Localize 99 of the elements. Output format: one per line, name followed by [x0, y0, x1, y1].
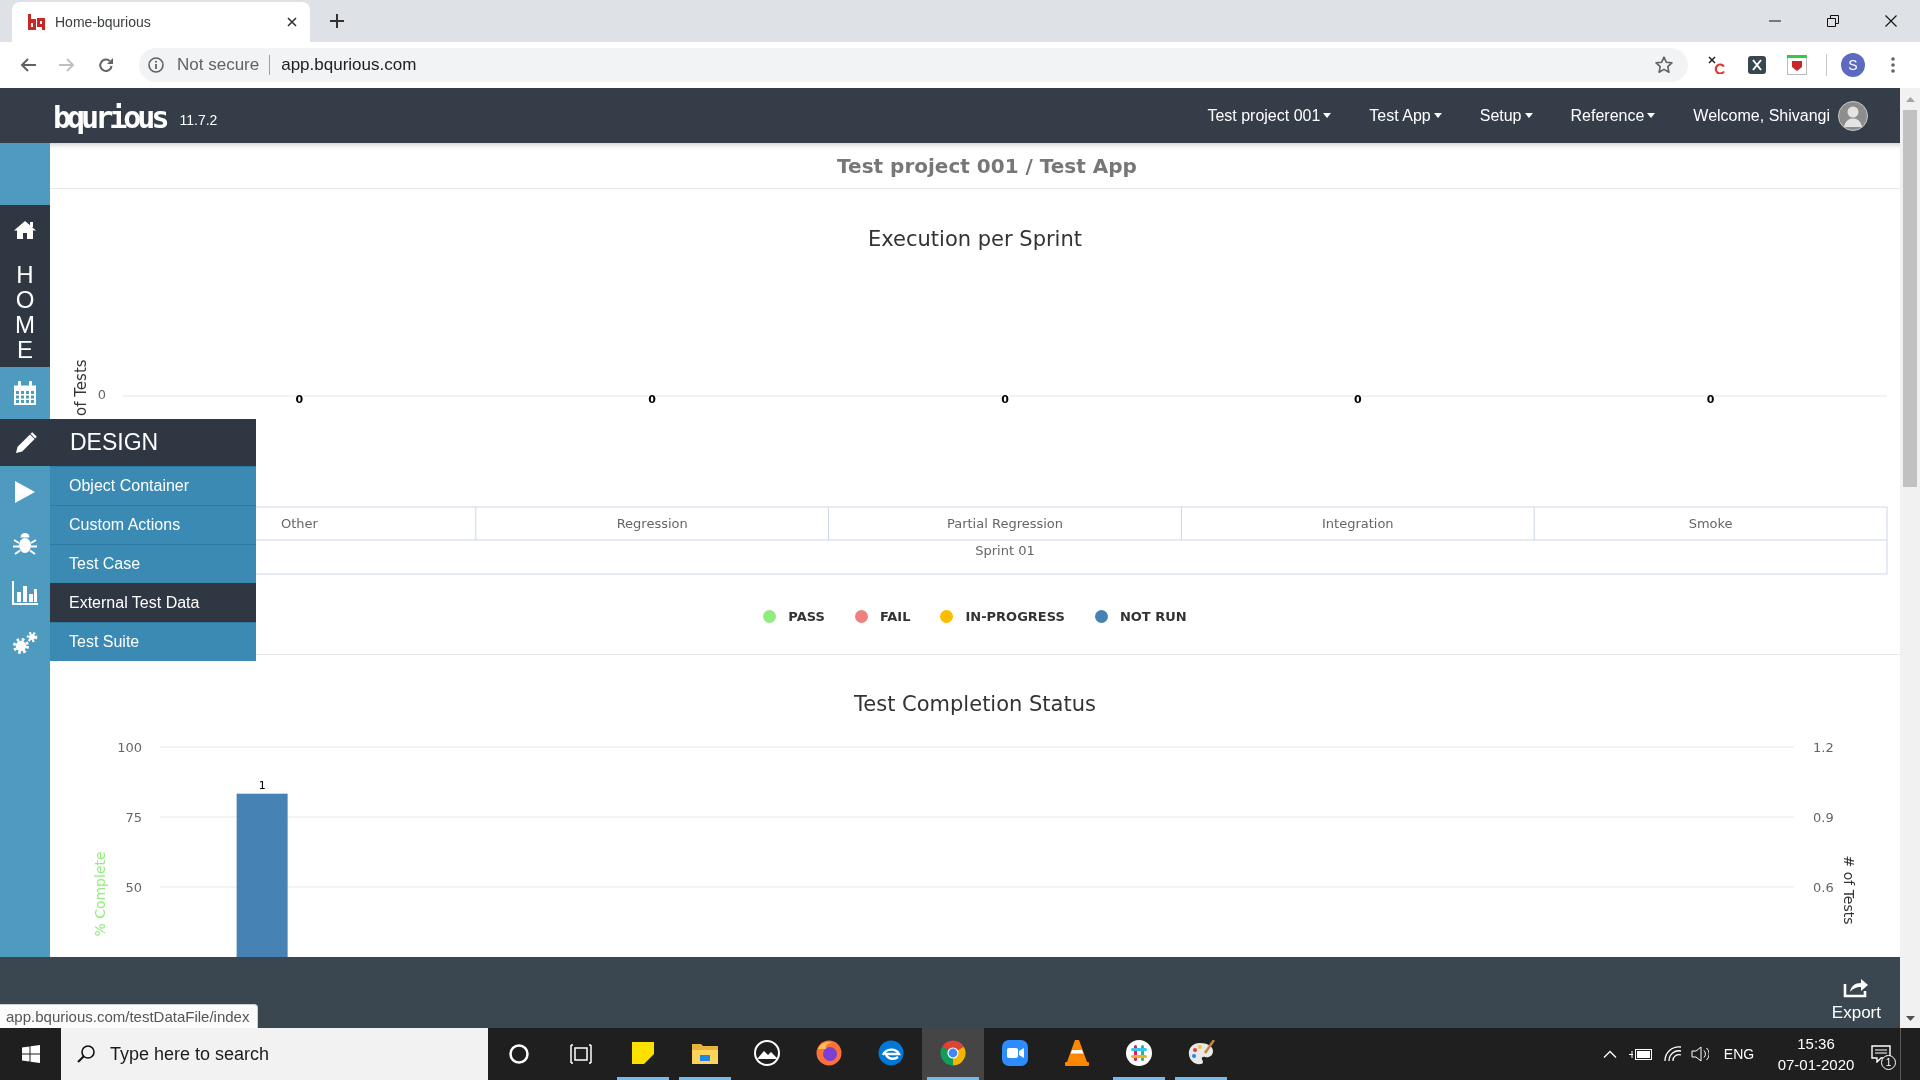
status-link-preview: app.bqurious.com/testDataFile/index [0, 1004, 259, 1028]
data-label: 0 [1706, 393, 1715, 406]
version-label: 11.7.2 [179, 111, 218, 128]
battery-icon[interactable] [1629, 1047, 1653, 1061]
axis-tick-label: 50 [125, 879, 142, 895]
video-camera-icon[interactable] [1002, 1039, 1028, 1066]
axis-title: % Complete [92, 851, 108, 937]
chart-title: Test Completion Status [854, 692, 1096, 716]
legend-label[interactable]: IN-PROGRESS [965, 608, 1065, 624]
category-label: Other [280, 516, 318, 531]
segmented-circle-icon[interactable] [940, 1039, 966, 1066]
category-group-label: Sprint 01 [975, 543, 1035, 558]
breadcrumb-title: Test project 001 / Test App [837, 153, 1137, 178]
category-label: Integration [1322, 516, 1394, 531]
submenu-item[interactable]: Test Suite [50, 622, 256, 661]
scroll-down-icon[interactable] [1905, 1015, 1915, 1021]
nav-menu-button[interactable]: Test project 001 [1207, 106, 1332, 125]
submenu-item[interactable]: Object Container [50, 466, 256, 505]
traffic-cone-icon[interactable] [1065, 1039, 1089, 1066]
legend-label[interactable]: NOT RUN [1119, 608, 1187, 624]
gears-icon [12, 631, 38, 655]
back-arrow-icon[interactable] [19, 58, 36, 72]
bookmark-star-icon[interactable] [1655, 56, 1673, 74]
axis-tick-label: 1.2 [1813, 739, 1834, 755]
calendar-icon [13, 381, 37, 405]
caret-icon [1647, 113, 1656, 118]
bar-chart-icon [12, 581, 38, 605]
category-label: Partial Regression [946, 516, 1064, 531]
profile-button[interactable]: S [1841, 53, 1865, 77]
nav-menu-button[interactable]: Test App [1369, 106, 1442, 125]
submenu-item[interactable]: Custom Actions [50, 505, 256, 544]
notification-count: 1 [1881, 1055, 1896, 1070]
legend-label[interactable]: FAIL [879, 608, 911, 624]
search-field[interactable]: Type here to search [61, 1028, 488, 1080]
home-nav-button[interactable]: HOME [0, 205, 50, 367]
close-icon[interactable] [1885, 15, 1897, 27]
user-avatar-icon[interactable] [1838, 100, 1868, 131]
play-icon [14, 480, 36, 504]
bug-icon [13, 531, 37, 555]
nav-menu-button[interactable]: Reference [1570, 106, 1656, 125]
axis-title: # of Tests [1841, 855, 1857, 925]
hash-icon[interactable] [1126, 1039, 1152, 1066]
shield-icon[interactable] [1787, 55, 1807, 75]
scrollbar-thumb[interactable] [1903, 110, 1917, 487]
axis-tick-label: 100 [117, 739, 142, 755]
window-panes-icon[interactable] [21, 1045, 40, 1063]
mountain-circle-icon[interactable] [754, 1039, 780, 1066]
axis-tick-label: 0.6 [1813, 879, 1834, 895]
more-menu-icon[interactable] [1891, 57, 1895, 73]
folder-icon[interactable] [692, 1041, 718, 1064]
security-chip[interactable]: Not secure [148, 55, 260, 75]
data-label: 0 [295, 393, 304, 406]
clock-button[interactable]: 15:36 07-01-2020 [1770, 1033, 1862, 1075]
stacked-frames-icon[interactable] [570, 1044, 592, 1064]
home-icon [13, 220, 37, 240]
nav-menu-button[interactable]: Setup [1479, 106, 1533, 125]
pencil-icon [15, 431, 37, 454]
legend-label[interactable]: PASS [788, 608, 825, 624]
address-bar[interactable]: Not secure app.bqurious.com [139, 48, 1688, 82]
browser-tab[interactable]: Home-bqurious [12, 2, 310, 42]
chart-title: Execution per Sprint [868, 227, 1082, 251]
share-icon [1843, 976, 1870, 998]
category-label: Regression [616, 516, 688, 531]
axis-tick-label: 0.9 [1813, 809, 1834, 825]
submenu-item[interactable]: External Test Data [50, 583, 256, 622]
app-logo[interactable]: bqurious [53, 102, 166, 133]
export-button[interactable]: Export [1831, 976, 1881, 1023]
user-menu-button[interactable]: Welcome, Shivangi [1693, 106, 1830, 125]
data-label: 0 [648, 393, 657, 406]
tab-close-icon[interactable] [287, 17, 297, 27]
axis-tick-label: 0 [97, 387, 106, 402]
design-menu-header[interactable]: DESIGN [0, 419, 256, 466]
axis-tick-label: 75 [125, 809, 142, 825]
restore-icon[interactable] [1827, 15, 1839, 27]
caret-icon [1323, 113, 1332, 118]
swirl-disc-icon[interactable] [878, 1039, 904, 1066]
palette-icon[interactable] [1187, 1039, 1215, 1066]
caret-icon [1524, 113, 1533, 118]
chevron-up-icon[interactable] [1603, 1050, 1617, 1058]
data-label: 0 [1001, 393, 1009, 406]
category-label: Smoke [1688, 516, 1733, 531]
language-indicator[interactable]: ENG [1718, 1046, 1760, 1062]
caret-icon [1433, 113, 1442, 118]
axis-title: of Tests [72, 359, 90, 416]
ring-icon[interactable] [509, 1044, 529, 1064]
speaker-icon[interactable] [1691, 1046, 1709, 1062]
submenu-item[interactable]: Test Case [50, 544, 256, 583]
layered-disc-icon[interactable] [816, 1039, 842, 1066]
data-label: 1 [258, 778, 266, 792]
cross-and-arc-icon[interactable] [1708, 56, 1726, 74]
search-icon [77, 1045, 95, 1063]
info-icon [148, 57, 164, 73]
sticky-note-icon[interactable] [632, 1041, 654, 1064]
reload-icon[interactable] [97, 57, 114, 73]
cross-tile-icon[interactable] [1748, 56, 1766, 74]
block-logo-icon [27, 14, 45, 30]
new-tab-icon[interactable] [330, 14, 344, 28]
wifi-icon[interactable] [1664, 1046, 1682, 1062]
data-label: 0 [1353, 393, 1362, 406]
